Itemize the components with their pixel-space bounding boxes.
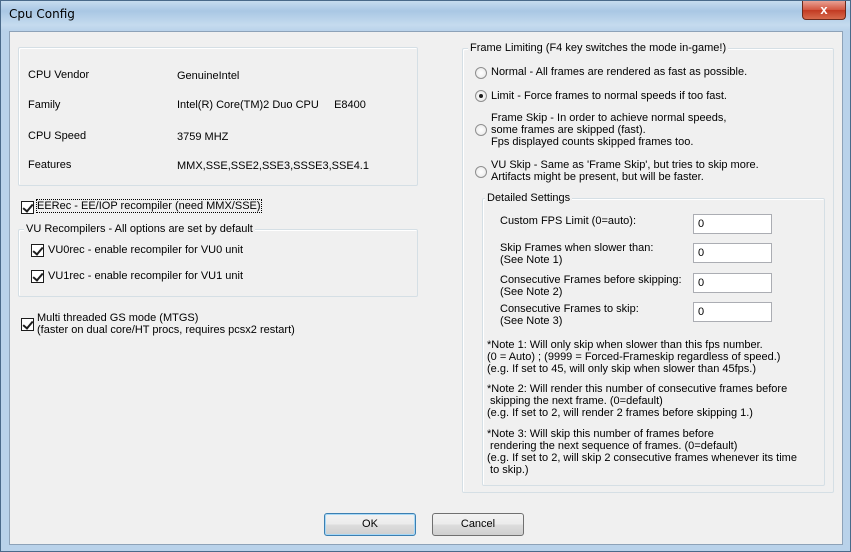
- features-label: Features: [28, 159, 72, 171]
- cpu-speed-label: CPU Speed: [28, 130, 87, 142]
- cancel-button[interactable]: Cancel: [432, 513, 524, 536]
- consecutive-skip-label: Consecutive Frames to skip: (See Note 3): [500, 303, 639, 327]
- radio-vu-skip-label[interactable]: VU Skip - Same as 'Frame Skip', but trie…: [491, 159, 759, 183]
- radio-normal-label[interactable]: Normal - All frames are rendered as fast…: [491, 66, 747, 78]
- radio-frame-skip[interactable]: [475, 124, 487, 136]
- dialog-client-area: CPU Vendor GenuineIntel Family Intel(R) …: [9, 31, 843, 545]
- cpu-speed-value: 3759 MHZ: [177, 131, 229, 143]
- skip-frames-input[interactable]: 0: [693, 243, 772, 263]
- mtgs-label[interactable]: Multi threaded GS mode (MTGS) (faster on…: [37, 312, 295, 336]
- title-bar[interactable]: Cpu Config x: [1, 1, 850, 31]
- window-title: Cpu Config: [9, 7, 75, 21]
- mtgs-checkbox[interactable]: [21, 318, 34, 331]
- note-3: *Note 3: Will skip this number of frames…: [487, 428, 797, 476]
- radio-limit-label[interactable]: Limit - Force frames to normal speeds if…: [491, 90, 727, 102]
- family-value: Intel(R) Core(TM)2 Duo CPU E8400: [177, 99, 366, 111]
- cpu-vendor-label: CPU Vendor: [28, 69, 90, 81]
- radio-normal[interactable]: [475, 67, 487, 79]
- frame-limiting-title: Frame Limiting (F4 key switches the mode…: [468, 42, 729, 54]
- vu-recompilers-group: VU Recompilers - All options are set by …: [18, 223, 418, 297]
- eerec-label[interactable]: EERec - EE/IOP recompiler (need MMX/SSE): [36, 199, 262, 213]
- vu0rec-label[interactable]: VU0rec - enable recompiler for VU0 unit: [48, 244, 243, 256]
- skip-frames-label: Skip Frames when slower than: (See Note …: [500, 242, 654, 266]
- custom-fps-input[interactable]: 0: [693, 214, 772, 234]
- cpu-info-panel: CPU Vendor GenuineIntel Family Intel(R) …: [18, 47, 418, 186]
- note-1: *Note 1: Will only skip when slower than…: [487, 339, 781, 375]
- family-label: Family: [28, 99, 61, 111]
- frame-limiting-group: Frame Limiting (F4 key switches the mode…: [462, 42, 834, 493]
- ok-button[interactable]: OK: [324, 513, 416, 536]
- consecutive-skip-input[interactable]: 0: [693, 302, 772, 322]
- vu1rec-checkbox[interactable]: [31, 270, 44, 283]
- detailed-settings-group: Detailed Settings Custom FPS Limit (0=au…: [482, 192, 825, 486]
- close-icon: x: [820, 2, 828, 17]
- close-button[interactable]: x: [802, 1, 846, 20]
- cpu-vendor-value: GenuineIntel: [177, 70, 240, 82]
- vu-recompilers-title: VU Recompilers - All options are set by …: [24, 223, 255, 235]
- radio-frame-skip-label[interactable]: Frame Skip - In order to achieve normal …: [491, 112, 726, 148]
- vu0rec-checkbox[interactable]: [31, 244, 44, 257]
- cpu-config-window: Cpu Config x CPU Vendor GenuineIntel Fam…: [0, 0, 851, 552]
- radio-vu-skip[interactable]: [475, 166, 487, 178]
- vu1rec-label[interactable]: VU1rec - enable recompiler for VU1 unit: [48, 270, 243, 282]
- features-value: MMX,SSE,SSE2,SSE3,SSSE3,SSE4.1: [177, 160, 369, 172]
- custom-fps-label: Custom FPS Limit (0=auto):: [500, 215, 637, 227]
- detailed-settings-title: Detailed Settings: [485, 192, 573, 204]
- consecutive-before-input[interactable]: 0: [693, 273, 772, 293]
- note-2: *Note 2: Will render this number of cons…: [487, 383, 788, 419]
- eerec-checkbox[interactable]: [21, 201, 34, 214]
- radio-limit[interactable]: [475, 90, 487, 102]
- consecutive-before-label: Consecutive Frames before skipping: (See…: [500, 274, 682, 298]
